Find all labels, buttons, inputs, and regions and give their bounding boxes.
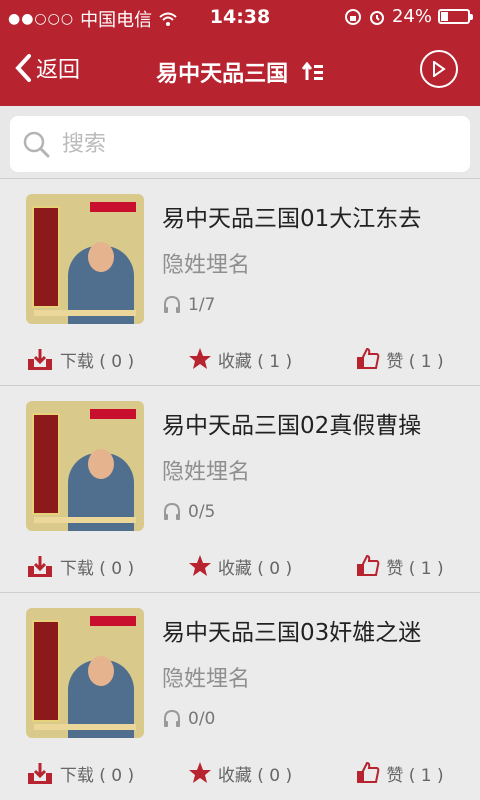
item-actions: 下载 ( 0 ) 收藏 ( 0 ) 赞 ( 1 ) [0, 753, 480, 793]
favorite-label: 收藏 ( 0 ) [217, 765, 293, 786]
app-header: ●●○○○ 中国电信 14:38 24% 返回 易中天品三国 [0, 0, 480, 106]
item-info: 易中天品三国03奸雄之迷 隐姓埋名 0/0 [162, 613, 460, 729]
battery-icon [438, 9, 473, 24]
thumbs-up-icon [357, 761, 380, 783]
search-box[interactable] [10, 116, 470, 172]
alarm-icon [369, 10, 384, 25]
item-artist: 隐姓埋名 [162, 667, 251, 692]
item-actions: 下载 ( 0 ) 收藏 ( 0 ) 赞 ( 1 ) [0, 546, 480, 586]
battery-label: 24% [391, 6, 432, 27]
favorite-label: 收藏 ( 1 ) [217, 351, 293, 372]
download-button[interactable]: 下载 ( 0 ) [0, 753, 160, 793]
like-label: 赞 ( 1 ) [386, 351, 444, 372]
download-label: 下载 ( 0 ) [59, 558, 135, 579]
item-info: 易中天品三国01大江东去 隐姓埋名 1/7 [162, 199, 460, 315]
download-button[interactable]: 下载 ( 0 ) [0, 546, 160, 586]
album-list: 易中天品三国01大江东去 隐姓埋名 1/7 下载 ( 0 ) 收藏 (1) … [0, 178, 480, 799]
favorite-button[interactable]: 收藏 ( 0 ) [160, 753, 320, 793]
star-icon [188, 348, 211, 369]
status-bar: ●●○○○ 中国电信 14:38 24% [0, 0, 480, 36]
star-icon [188, 762, 211, 783]
download-label: 下载 ( 0 ) [59, 351, 135, 372]
album-cover [26, 194, 144, 324]
play-count: 1/7 [188, 295, 216, 315]
like-button[interactable]: 赞 ( 1 ) [320, 339, 480, 379]
sort-icon[interactable] [301, 61, 324, 88]
item-play-progress: 1/7 [162, 295, 460, 315]
thumbs-up-icon [357, 554, 380, 576]
download-icon [27, 556, 52, 577]
status-right: 24% [344, 6, 473, 27]
item-play-progress: 0/5 [162, 502, 460, 522]
item-artist: 隐姓埋名 [162, 253, 251, 278]
play-count: 0/0 [188, 709, 216, 729]
rotation-lock-icon [344, 8, 361, 25]
thumbs-up-icon [357, 347, 380, 369]
like-label: 赞 ( 1 ) [386, 765, 444, 786]
item-title: 易中天品三国01大江东去 [162, 206, 422, 232]
favorite-button[interactable]: 收藏 ( 0 ) [160, 546, 320, 586]
page-title: 易中天品三国 [156, 62, 289, 87]
headphones-icon [164, 709, 180, 727]
download-icon [27, 349, 52, 370]
favorite-button[interactable]: 收藏 ( 1 ) [160, 339, 320, 379]
download-label: 下载 ( 0 ) [59, 765, 135, 786]
album-cover [26, 608, 144, 738]
list-item[interactable]: 易中天品三国03奸雄之迷 隐姓埋名 0/0 下载 ( 0 ) 收藏 (0) … [0, 592, 480, 799]
item-actions: 下载 ( 0 ) 收藏 ( 1 ) 赞 ( 1 ) [0, 339, 480, 379]
item-artist: 隐姓埋名 [162, 460, 251, 485]
play-icon [433, 61, 446, 77]
search-input[interactable] [60, 130, 444, 158]
like-button[interactable]: 赞 ( 1 ) [320, 753, 480, 793]
search-icon [23, 131, 50, 158]
play-count: 0/5 [188, 502, 216, 522]
headphones-icon [164, 502, 180, 520]
headphones-icon [164, 295, 180, 313]
item-title: 易中天品三国03奸雄之迷 [162, 620, 422, 646]
play-button[interactable] [420, 50, 458, 88]
navigation-bar: 返回 易中天品三国 [0, 36, 480, 106]
item-title: 易中天品三国02真假曹操 [162, 413, 422, 439]
album-cover [26, 401, 144, 531]
search-bar [0, 106, 480, 178]
item-play-progress: 0/0 [162, 709, 460, 729]
download-icon [27, 763, 52, 784]
list-item[interactable]: 易中天品三国01大江东去 隐姓埋名 1/7 下载 ( 0 ) 收藏 (1) … [0, 178, 480, 385]
list-item[interactable]: 易中天品三国02真假曹操 隐姓埋名 0/5 下载 ( 0 ) 收藏 (0) … [0, 385, 480, 592]
like-button[interactable]: 赞 ( 1 ) [320, 546, 480, 586]
star-icon [188, 555, 211, 576]
download-button[interactable]: 下载 ( 0 ) [0, 339, 160, 379]
favorite-label: 收藏 ( 0 ) [217, 558, 293, 579]
item-info: 易中天品三国02真假曹操 隐姓埋名 0/5 [162, 406, 460, 522]
page-title-area: 易中天品三国 [0, 56, 480, 88]
like-label: 赞 ( 1 ) [386, 558, 444, 579]
